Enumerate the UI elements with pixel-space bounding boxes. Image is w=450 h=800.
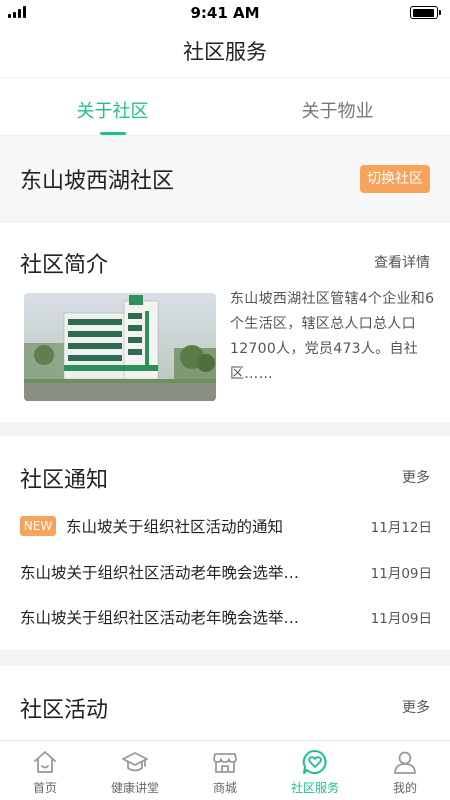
notice-more-link[interactable]: 更多 — [402, 467, 430, 487]
tabbar-item-health-lecture[interactable]: 健康讲堂 — [90, 741, 180, 800]
notice-item[interactable]: 东山坡关于组织社区活动老年晚会选举… 11月09日 — [20, 602, 432, 632]
community-bar: 东山坡西湖社区 切换社区 — [0, 137, 450, 217]
home-icon — [34, 751, 56, 773]
page-title: 社区服务 — [183, 40, 267, 64]
community-notice-card: 社区通知 更多 NEW 东山坡关于组织社区活动的通知 11月12日 东山坡关于组… — [0, 436, 450, 650]
tabbar-item-community-service[interactable]: 社区服务 — [270, 741, 360, 800]
tabbar-label: 商城 — [212, 781, 237, 795]
tabbar-item-home[interactable]: 首页 — [0, 741, 90, 800]
notice-item[interactable]: 东山坡关于组织社区活动老年晚会选举… 11月09日 — [20, 557, 432, 587]
nav-bar: 社区服务 — [0, 26, 450, 78]
status-time: 9:41 AM — [190, 4, 260, 22]
tabbar-label: 社区服务 — [290, 781, 339, 795]
activity-title: 社区活动 — [20, 698, 109, 723]
notice-item[interactable]: NEW 东山坡关于组织社区活动的通知 11月12日 — [20, 511, 432, 541]
new-badge: NEW — [20, 516, 56, 536]
status-bar: 9:41 AM — [0, 0, 450, 26]
tabbar-label: 我的 — [392, 781, 417, 795]
notice-text: 东山坡关于组织社区活动的通知 — [66, 518, 284, 536]
tabbar-label: 首页 — [32, 781, 57, 795]
switch-community-button[interactable]: 切换社区 — [360, 165, 430, 193]
intro-description: 东山坡西湖社区管辖4个企业和6个生活区，辖区总人口总人口12700人，党员473… — [230, 291, 435, 382]
tabbar-item-mine[interactable]: 我的 — [360, 741, 450, 800]
tabbar-label: 健康讲堂 — [110, 781, 159, 795]
bottom-tab-bar: 首页 健康讲堂 商城 社区服务 我的 — [0, 740, 450, 800]
notice-date: 11月09日 — [370, 566, 432, 582]
tab-about-property[interactable]: 关于物业 — [225, 78, 450, 135]
intro-title: 社区简介 — [20, 253, 109, 278]
notice-text: 东山坡关于组织社区活动老年晚会选举… — [20, 564, 300, 582]
graduation-cap-icon — [122, 752, 148, 772]
community-activity-card: 社区活动 更多 — [0, 666, 450, 746]
battery-icon — [410, 6, 441, 19]
community-name: 东山坡西湖社区 — [20, 169, 175, 194]
store-icon — [213, 753, 237, 773]
notice-date: 11月12日 — [370, 520, 432, 536]
heart-bubble-icon — [302, 749, 327, 774]
tab-about-community[interactable]: 关于社区 — [0, 78, 225, 135]
community-building-image[interactable] — [24, 293, 216, 401]
notice-date: 11月09日 — [370, 611, 432, 627]
segment-tabs: 关于社区 关于物业 — [0, 78, 450, 136]
notice-title: 社区通知 — [20, 468, 109, 493]
activity-more-link[interactable]: 更多 — [402, 697, 430, 717]
view-details-link[interactable]: 查看详情 — [374, 252, 430, 272]
notice-text: 东山坡关于组织社区活动老年晚会选举… — [20, 609, 300, 627]
community-intro-card: 社区简介 查看详情 东山坡西湖社区管辖4个企业和6个生活区，辖区总人口总人口12… — [0, 223, 450, 422]
user-icon — [394, 751, 416, 774]
tabbar-item-store[interactable]: 商城 — [180, 741, 270, 800]
